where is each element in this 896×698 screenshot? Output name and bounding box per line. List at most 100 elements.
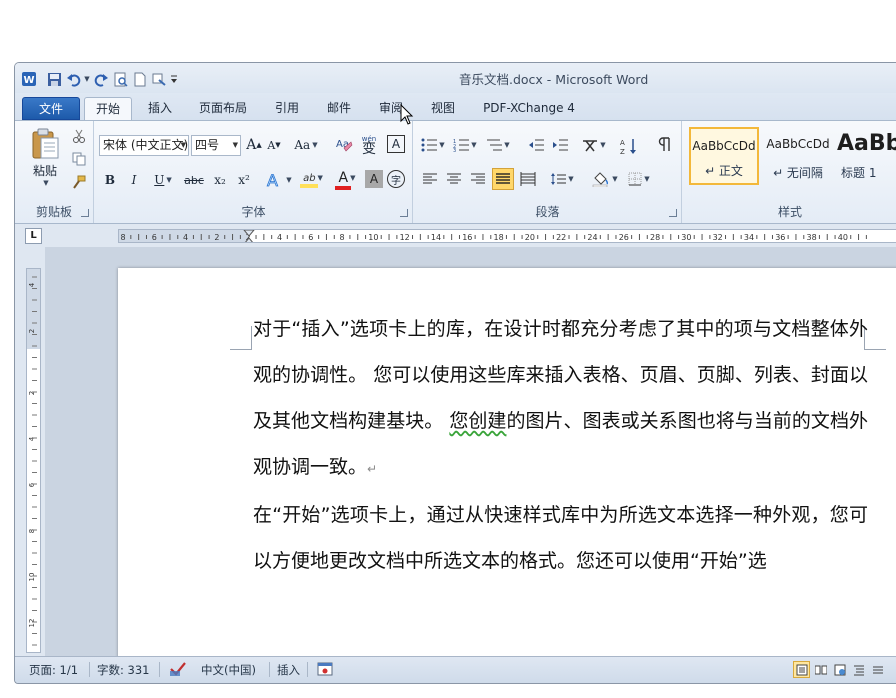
superscript-button[interactable]: x² [233,169,255,191]
enclose-characters-button[interactable]: 字 [387,170,405,188]
character-shading-button[interactable]: A [365,170,383,188]
tab-page-layout[interactable]: 页面布局 [191,97,255,120]
cut-button[interactable] [70,127,88,145]
font-color-button[interactable]: A ▼ [331,168,363,192]
tab-file[interactable]: 文件 [22,97,80,120]
tab-pdf-xchange[interactable]: PDF-XChange 4 [477,97,581,120]
numbering-button[interactable]: 1 2 3 ▼ [452,135,478,155]
ruler-tick-label: 4 [28,282,36,287]
clipboard-launcher-icon[interactable] [81,209,89,217]
horizontal-ruler[interactable]: 8 6 4 2 2 4 6 8 10 12 14 16 18 20 22 24 26 28 30 32 34 36 38 40 [118,229,896,243]
character-border-button[interactable]: A [387,135,405,153]
increase-indent-button[interactable] [550,135,570,155]
ruler-tick-label: 6 [28,482,36,487]
subscript-button[interactable]: x₂ [209,169,231,191]
macro-record-icon[interactable] [317,661,333,680]
document-body[interactable]: 对于“插入”选项卡上的库，在设计时都充分考虑了其中的项与文档整体外观的协调性。 … [253,306,868,584]
shading-button[interactable]: ▼ [590,169,620,189]
style-heading-1[interactable]: AaBb 标题 1 [837,127,896,185]
style-normal-sample: AaBbCcDd [692,139,756,153]
underline-button[interactable]: U ▼ [147,169,179,191]
align-right-icon [471,173,485,184]
tab-view[interactable]: 视图 [423,97,463,120]
word-count[interactable]: 字数: 331 [97,662,149,678]
phonetic-guide-button[interactable]: wén 变 [357,132,381,156]
highlight-button[interactable]: ab ▼ [297,168,329,192]
font-color-swatch [335,186,351,190]
ruler-row: L 8 6 4 2 2 4 6 8 10 12 14 16 18 20 22 24 26 28 30 32 34 36 38… [15,225,896,246]
multilevel-list-button[interactable]: ▼ [484,135,512,155]
styles-group: AaBbCcDd ↵ 正文 AaBbCcDd ↵ 无间隔 AaBb 标题 1 样… [683,121,896,223]
undo-icon[interactable] [65,71,81,87]
redo-icon[interactable] [93,71,109,87]
align-left-button[interactable] [420,169,440,189]
crop-mark-left [230,326,252,350]
paste-icon [32,128,59,158]
justify-button[interactable] [492,168,514,190]
ruler-tick-label: 4 [183,233,188,242]
tab-references[interactable]: 引用 [267,97,307,120]
grow-font-label: A [246,137,257,153]
align-center-button[interactable] [444,169,464,189]
format-painter-button[interactable] [70,173,88,191]
decrease-indent-button[interactable] [526,135,546,155]
text-effects-icon: A [267,171,279,189]
ruler-tick-label: 38 [807,233,817,242]
status-bar: 页面: 1/1 字数: 331 中文(中国) 插入 [15,656,896,683]
align-right-button[interactable] [468,169,488,189]
text-effects-button[interactable]: A ▼ [263,168,295,192]
asian-layout-button[interactable]: ▼ [580,135,608,155]
strikethrough-button[interactable]: abc [181,169,207,191]
language-indicator[interactable]: 中文(中国) [201,662,256,678]
clear-format-button[interactable]: Aa [333,134,355,156]
sort-button[interactable]: AZ [618,135,640,157]
font-size-combo[interactable]: 四号 ▼ [191,135,241,156]
copy-button[interactable] [70,150,88,168]
grammar-flag[interactable]: 您创建 [449,410,506,432]
style-normal[interactable]: AaBbCcDd ↵ 正文 [689,127,759,185]
customize-toolbar-icon[interactable] [169,71,179,87]
shrink-font-button[interactable]: A ▼ [265,135,283,155]
ruler-tick-label: 4 [277,233,282,242]
borders-button[interactable]: ▼ [624,169,654,189]
mouse-cursor-icon [400,104,414,125]
undo-dropdown-icon[interactable]: ▼ [84,71,90,87]
tab-mailings[interactable]: 邮件 [319,97,359,120]
distributed-button[interactable] [518,169,538,189]
font-launcher-icon[interactable] [400,209,408,217]
grow-font-button[interactable]: A ▲ [245,135,263,155]
tab-selector[interactable]: L [25,228,42,244]
tab-insert[interactable]: 插入 [139,97,181,120]
change-case-button[interactable]: Aa ▼ [291,135,321,155]
bullets-button[interactable]: ▼ [420,135,446,155]
increase-indent-icon [553,139,568,151]
bold-button[interactable]: B [99,169,121,191]
proofing-icon[interactable] [169,660,187,681]
ruler-tick-label: 12 [28,619,36,628]
italic-button[interactable]: I [123,169,145,191]
svg-text:A: A [620,139,625,147]
ruler-tick-label: 6 [152,233,157,242]
line-spacing-icon [551,173,567,185]
new-document-icon[interactable] [131,71,147,87]
full-screen-reading-icon[interactable] [812,661,829,678]
paragraph-launcher-icon[interactable] [669,209,677,217]
web-layout-icon[interactable] [831,661,848,678]
vertical-ruler[interactable]: 4 2 2 4 6 8 10 12 [26,268,41,653]
paste-button[interactable]: 粘贴 ▼ [27,125,63,189]
save-icon[interactable] [46,71,62,87]
line-spacing-button[interactable]: ▼ [548,169,576,189]
font-name-combo[interactable]: 宋体 (中文正文) ▼ [99,135,189,156]
show-marks-button[interactable] [654,135,674,155]
page-count[interactable]: 页面: 1/1 [29,662,78,678]
ribbon-tabs: 文件 开始 插入 页面布局 引用 邮件 审阅 视图 PDF-XChange 4 [15,93,896,121]
print-layout-view-icon[interactable] [793,661,810,678]
insert-mode[interactable]: 插入 [277,662,300,678]
send-icon[interactable] [150,71,166,87]
document-page[interactable]: 对于“插入”选项卡上的库，在设计时都充分考虑了其中的项与文档整体外观的协调性。 … [118,268,896,657]
style-no-spacing[interactable]: AaBbCcDd ↵ 无间隔 [763,127,833,185]
print-preview-icon[interactable] [112,71,128,87]
outline-view-icon[interactable] [850,661,867,678]
tab-home[interactable]: 开始 [84,97,132,121]
draft-view-icon[interactable] [869,661,886,678]
